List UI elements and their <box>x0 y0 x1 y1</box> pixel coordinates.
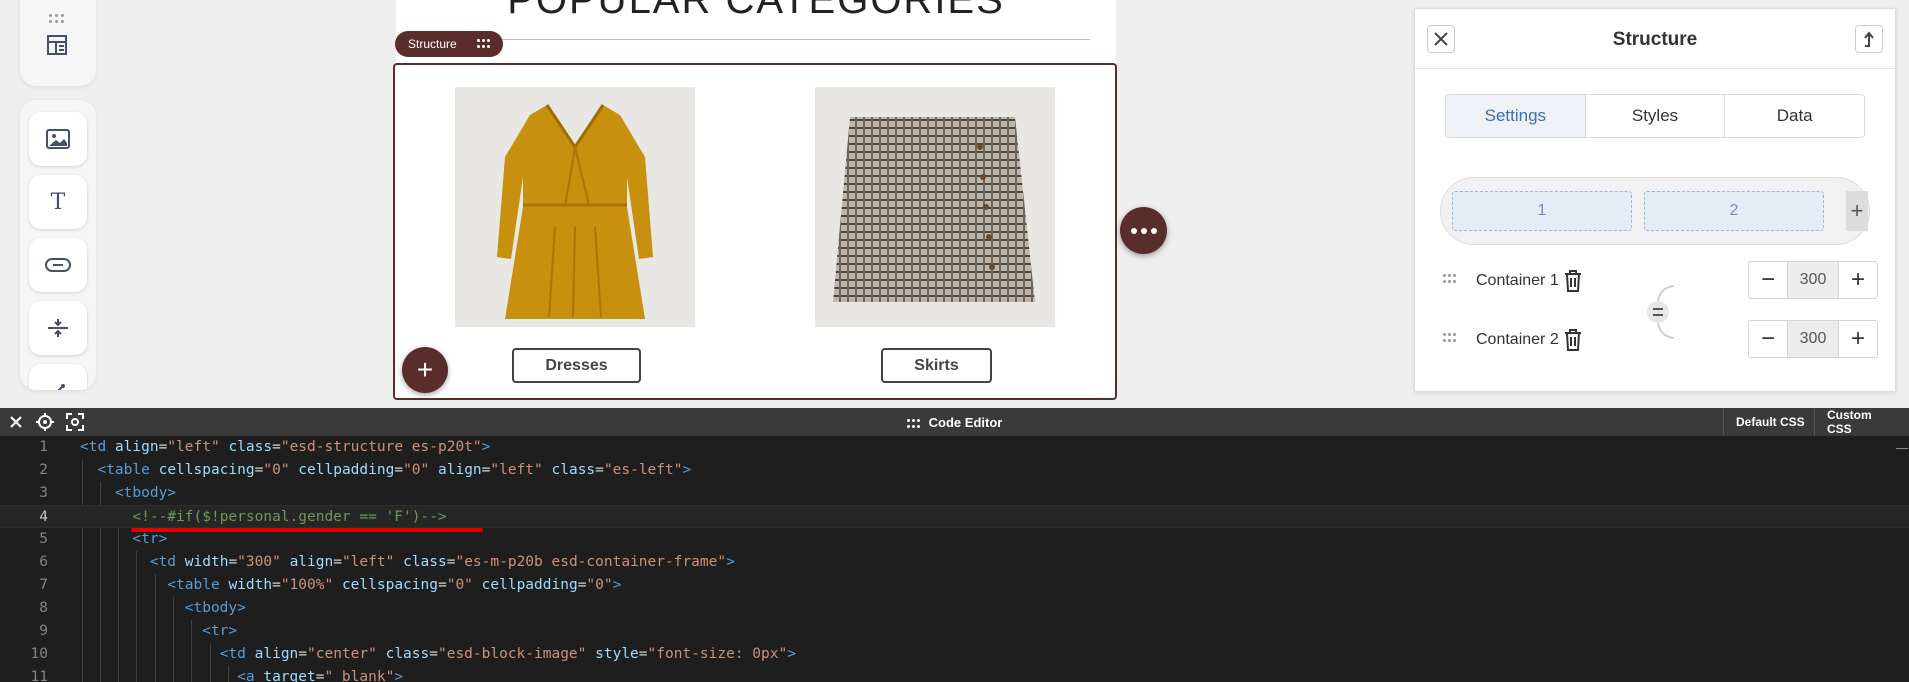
custom-css-tab[interactable]: Custom CSS <box>1814 408 1909 436</box>
container-label: Container 2 <box>1476 331 1559 348</box>
panel-tabs: Settings Styles Data <box>1445 94 1865 138</box>
arrow-up-icon <box>1864 31 1874 47</box>
link-widths-toggle[interactable] <box>1646 284 1680 340</box>
tab-settings[interactable]: Settings <box>1446 95 1585 137</box>
structure-block[interactable]: Dresses Skirts <box>393 63 1117 400</box>
image-block-button[interactable] <box>29 112 87 166</box>
code-editor: Code Editor Default CSS Custom CSS 1 <td … <box>0 408 1909 682</box>
increase-button[interactable]: + <box>1839 262 1877 298</box>
dresses-button[interactable]: Dresses <box>512 348 641 383</box>
panel-title: Structure <box>1612 29 1698 50</box>
drag-handle-icon[interactable] <box>1443 333 1459 345</box>
tab-styles[interactable]: Styles <box>1584 95 1725 137</box>
code-line: 3 <tbody> <box>39 485 177 501</box>
container-width-stepper: − 300 + <box>1748 320 1878 358</box>
drag-handle-icon[interactable] <box>477 39 491 49</box>
trash-icon[interactable] <box>1563 329 1583 351</box>
page-title: POPULAR CATEGORIES <box>507 0 1005 22</box>
drag-handle-icon[interactable] <box>1443 274 1459 286</box>
add-block-button[interactable]: + <box>402 347 448 393</box>
button-block-button[interactable] <box>29 238 87 292</box>
skirt-image[interactable] <box>815 87 1055 327</box>
palette-header <box>20 0 96 86</box>
container-width-stepper: − 300 + <box>1748 261 1878 299</box>
annotation-underline <box>131 528 483 532</box>
width-value[interactable]: 300 <box>1787 262 1839 298</box>
editor-title: Code Editor <box>0 415 1909 430</box>
code-line: 9 <tr> <box>39 623 238 639</box>
code-line: 1 <td align="left" class="esd-structure e… <box>39 439 491 455</box>
social-block-button[interactable] <box>29 364 87 390</box>
button-icon <box>45 258 71 272</box>
trash-icon[interactable] <box>1563 270 1583 292</box>
default-css-tab[interactable]: Default CSS <box>1723 408 1817 436</box>
code-line-current: 4 <!--#if($!personal.gender == 'F')--> <box>0 505 1909 528</box>
code-area[interactable]: 1 <td align="left" class="esd-structure e… <box>0 436 1909 682</box>
add-column-button[interactable]: + <box>1846 191 1868 231</box>
panel-header: Structure <box>1415 9 1895 69</box>
divider <box>500 39 1090 40</box>
code-line: 7 <table width="100%" cellspacing="0" ce… <box>39 577 622 593</box>
structure-tag[interactable]: Structure <box>395 31 503 57</box>
text-block-button[interactable]: T <box>29 175 87 229</box>
layout-structure-icon[interactable] <box>45 33 71 59</box>
code-line: 2 <table cellspacing="0" cellpadding="0"… <box>39 462 692 478</box>
text-icon: T <box>50 189 66 215</box>
code-line: 8 <tbody> <box>39 600 246 616</box>
spacer-icon <box>48 319 68 337</box>
scrollbar-marker[interactable] <box>1896 448 1908 449</box>
dress-image[interactable] <box>455 87 695 327</box>
drag-handle-icon[interactable] <box>906 418 923 429</box>
increase-button[interactable]: + <box>1839 321 1877 357</box>
select-parent-button[interactable] <box>1855 25 1883 53</box>
code-line: 11 <a target="_blank"> <box>30 669 404 682</box>
more-options-button[interactable] <box>1120 207 1167 254</box>
image-icon <box>46 129 70 149</box>
block-palette: T <box>20 100 96 390</box>
code-line: 6 <td width="300" align="left" class="es… <box>39 554 735 570</box>
more-icon <box>1130 227 1137 234</box>
column-slot-2[interactable]: 2 <box>1644 191 1824 231</box>
columns-layout: 1 2 + <box>1440 177 1870 245</box>
column-slot-1[interactable]: 1 <box>1452 191 1632 231</box>
drag-handle-icon[interactable] <box>49 14 67 26</box>
decrease-button[interactable]: − <box>1749 262 1787 298</box>
structure-tag-label: Structure <box>408 37 457 51</box>
share-icon <box>57 384 65 390</box>
skirts-button[interactable]: Skirts <box>881 348 992 383</box>
editor-toolbar: Code Editor Default CSS Custom CSS <box>0 408 1909 436</box>
width-value[interactable]: 300 <box>1787 321 1839 357</box>
spacer-block-button[interactable] <box>29 301 87 355</box>
editor-title-text: Code Editor <box>928 415 1003 430</box>
tab-data[interactable]: Data <box>1724 95 1864 137</box>
code-line: 10 <td align="center" class="esd-block-i… <box>30 646 796 662</box>
container-label: Container 1 <box>1476 272 1559 289</box>
decrease-button[interactable]: − <box>1749 321 1787 357</box>
